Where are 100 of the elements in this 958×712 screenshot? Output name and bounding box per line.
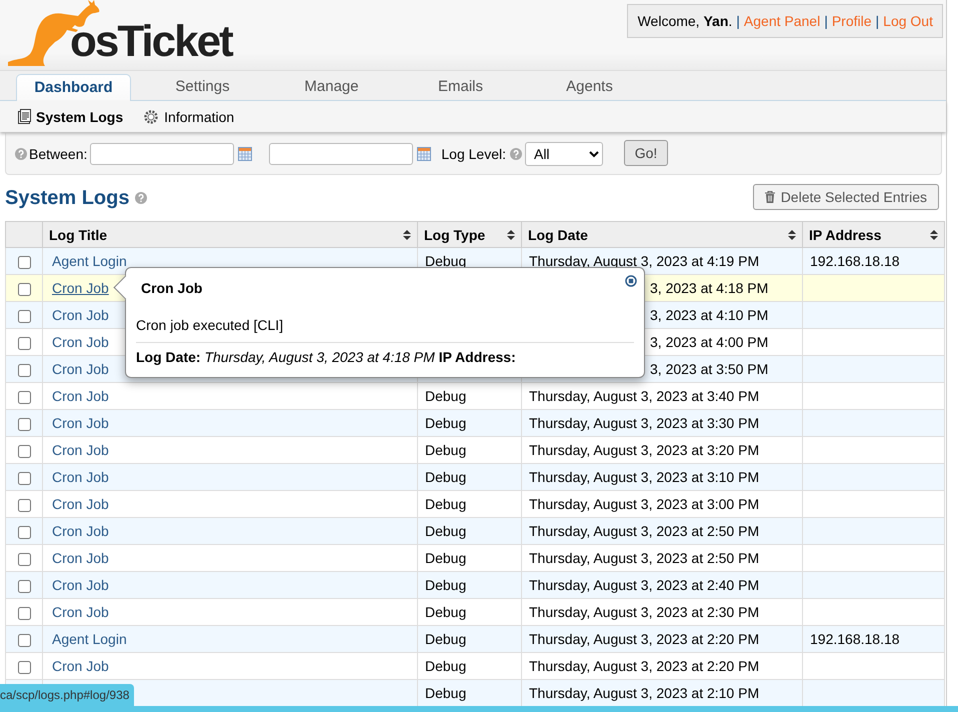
log-title-link[interactable]: Cron Job [52,523,109,539]
help-icon [15,148,27,160]
log-date: 3, 2023 at 3:50 PM [650,361,768,377]
nav-tab[interactable]: Dashboard [16,74,131,101]
nav-tab[interactable]: Agents [532,74,647,100]
log-title-link[interactable]: Cron Job [52,307,109,323]
separator-text: | [824,13,828,29]
row-checkbox[interactable] [18,606,30,620]
log-date: 3, 2023 at 4:00 PM [650,334,768,350]
logo-text: osTicket [70,20,232,64]
log-type: Debug [425,631,466,647]
row-checkbox[interactable] [18,282,30,296]
ip-address: 192.168.18.18 [810,631,900,647]
log-level-select[interactable]: All [524,142,603,166]
nav-tab[interactable]: Settings [145,74,260,100]
sort-icon[interactable] [403,230,411,240]
nav-tab[interactable]: Manage [274,74,389,100]
row-checkbox[interactable] [18,472,30,485]
log-type: Debug [425,415,466,431]
log-date: Thursday, August 3, 2023 at 2:50 PM [529,523,760,539]
log-title-link[interactable]: Agent Login [52,631,127,647]
log-type: Debug [425,523,466,539]
popup-message: Cron job executed [CLI] [136,317,284,333]
nav-tab[interactable]: Emails [403,74,518,100]
log-date: Thursday, August 3, 2023 at 4:19 PM [529,253,760,269]
row-checkbox[interactable] [18,498,30,512]
status-url: ca/scp/logs.php#log/938 [0,684,134,706]
log-title-link[interactable]: Cron Job [52,334,109,350]
ip-address: 192.168.18.18 [810,253,900,269]
log-title-link[interactable]: Cron Job [52,361,109,377]
sort-icon[interactable] [930,230,938,240]
page-title: System Logs [5,186,130,210]
log-title-link[interactable]: Cron Job [52,550,109,566]
calendar-icon[interactable] [417,146,432,160]
trash-icon [764,190,776,204]
calendar-icon[interactable] [238,146,252,160]
log-date: Thursday, August 3, 2023 at 3:10 PM [529,469,760,485]
row-checkbox[interactable] [18,390,30,404]
help-icon [135,192,148,204]
log-title-link[interactable]: Cron Job [52,577,109,593]
log-date: Thursday, August 3, 2023 at 3:20 PM [529,442,760,458]
log-title-link[interactable]: Agent Login [52,253,127,269]
close-icon[interactable] [625,275,637,287]
log-date: Thursday, August 3, 2023 at 2:20 PM [529,658,760,674]
row-checkbox[interactable] [18,336,30,350]
log-type: Debug [425,496,466,512]
gear-icon [143,108,160,124]
popup-details: Log Date: Thursday, August 3, 2023 at 4:18 PM IP Address: [136,349,516,365]
row-checkbox[interactable] [18,526,30,539]
log-title-link[interactable]: Cron Job [52,496,109,512]
delete-button[interactable]: Delete Selected Entries [752,184,939,210]
log-level-label: Log Level: [441,146,506,162]
column-header[interactable]: Log Date [528,226,588,242]
sort-icon[interactable] [507,230,515,240]
subnav-link[interactable]: System Logs [17,108,124,124]
log-date: 3, 2023 at 4:10 PM [650,307,768,323]
row-checkbox[interactable] [18,444,30,458]
log-date: Thursday, August 3, 2023 at 2:40 PM [529,577,760,593]
column-header[interactable]: Log Title [49,226,108,242]
welcome-text: Welcome, Yan. [638,13,732,29]
log-date: Thursday, August 3, 2023 at 3:30 PM [529,415,760,431]
help-icon [510,148,522,160]
between-label: Between: [29,146,88,162]
separator-text: | [876,13,880,29]
log-date: Thursday, August 3, 2023 at 3:00 PM [529,496,760,512]
separator-text: | [736,13,740,29]
log-title-link[interactable]: Cron Job [52,604,109,620]
subnav-link[interactable]: Information [143,108,234,124]
log-title-link[interactable]: Cron Job [52,658,109,674]
log-title-link[interactable]: Cron Job [52,442,109,458]
log-title-link[interactable]: Cron Job [52,415,109,431]
log-type: Debug [425,442,466,458]
row-checkbox[interactable] [18,634,30,647]
log-date: Thursday, August 3, 2023 at 2:20 PM [529,631,760,647]
log-type: Debug [425,604,466,620]
log-type: Debug [425,469,466,485]
row-checkbox[interactable] [18,364,30,377]
row-checkbox[interactable] [18,660,30,674]
log-type: Debug [425,577,466,593]
document-icon [17,109,31,124]
sort-icon[interactable] [788,230,796,240]
row-checkbox[interactable] [18,418,30,431]
row-checkbox[interactable] [18,580,30,593]
log-type: Debug [425,685,466,701]
popup-title: Cron Job [141,280,202,296]
log-date: Thursday, August 3, 2023 at 2:10 PM [529,685,760,701]
date-input[interactable] [269,142,414,164]
log-date: Thursday, August 3, 2023 at 2:50 PM [529,550,760,566]
log-title-link[interactable]: Cron Job [52,388,109,404]
go-button[interactable]: Go! [624,140,668,166]
log-date: Thursday, August 3, 2023 at 3:40 PM [529,388,760,404]
row-checkbox[interactable] [18,310,30,323]
log-title-link[interactable]: Cron Job [52,280,109,296]
row-checkbox[interactable] [18,552,30,566]
log-date: Thursday, August 3, 2023 at 2:30 PM [529,604,760,620]
log-title-link[interactable]: Cron Job [52,469,109,485]
row-checkbox[interactable] [18,256,30,269]
log-type: Debug [425,253,466,269]
date-input[interactable] [90,142,234,164]
log-type: Debug [425,658,466,674]
